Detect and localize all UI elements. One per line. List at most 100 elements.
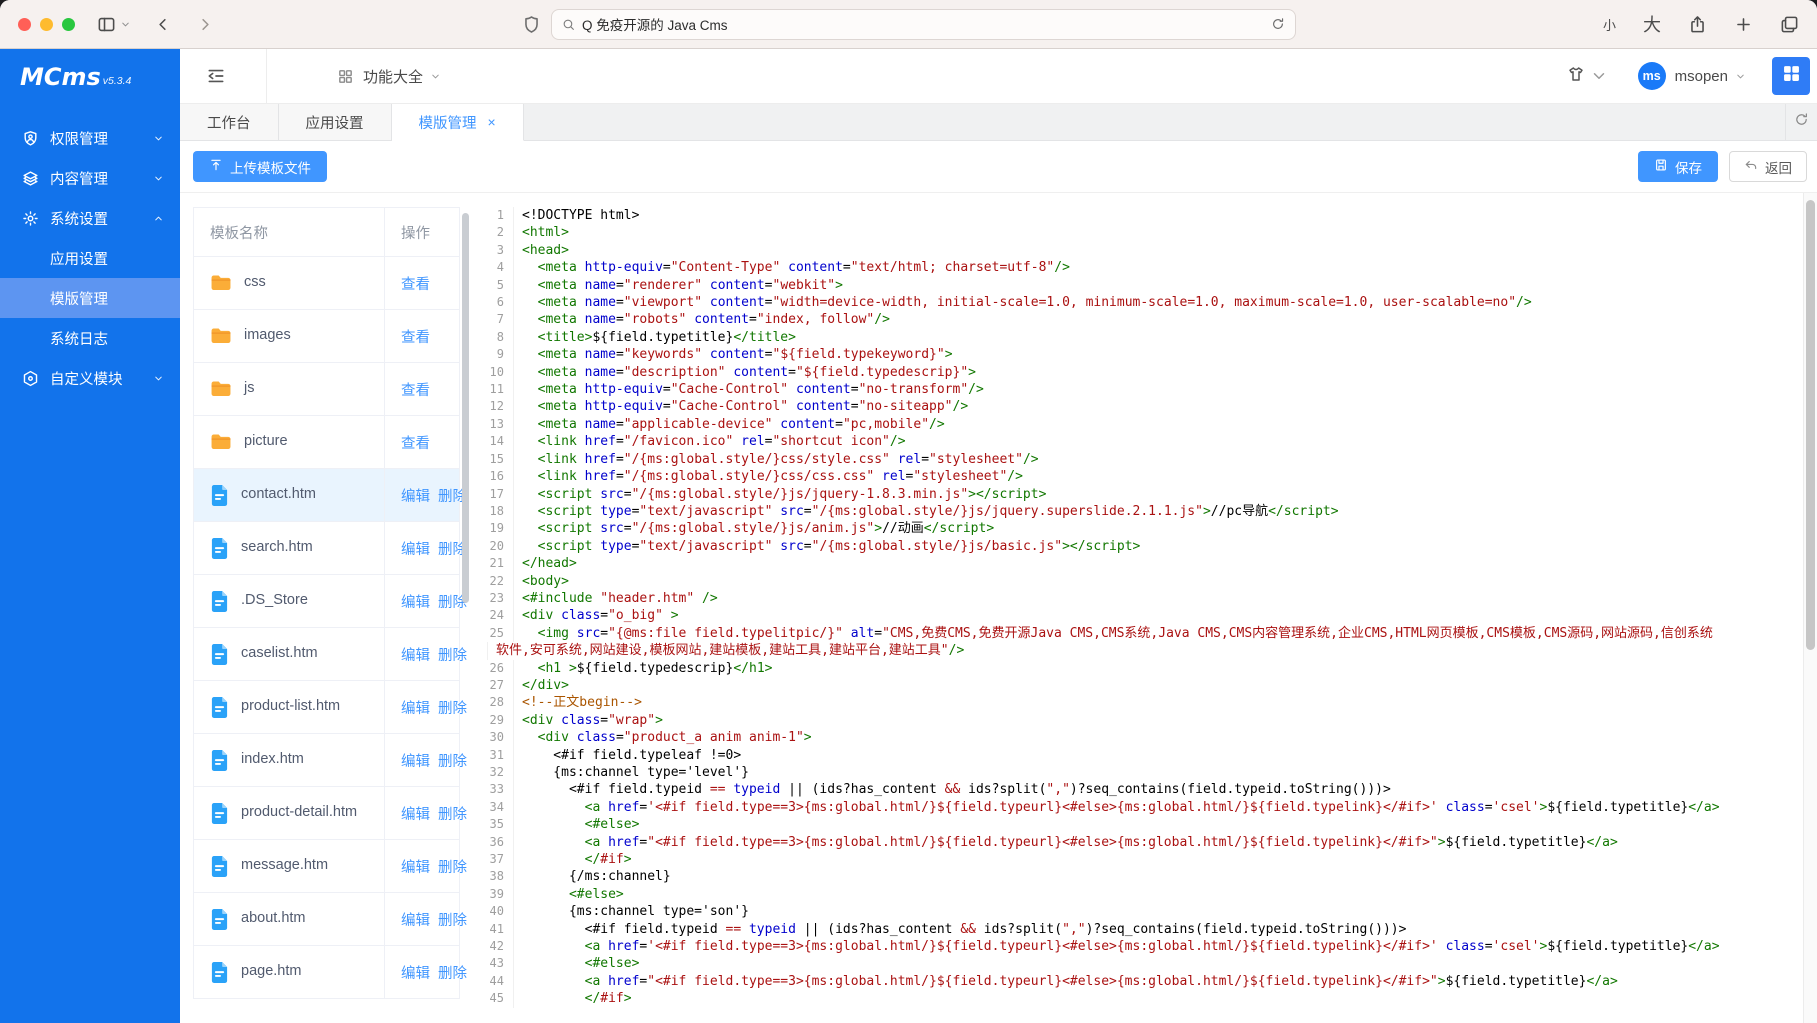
table-row[interactable]: search.htm编辑删除 (194, 521, 459, 574)
action-link[interactable]: 查看 (401, 432, 430, 453)
table-row[interactable]: .DS_Store编辑删除 (194, 574, 459, 627)
sidebar-item[interactable]: 自定义模块 (0, 358, 180, 398)
line-number (476, 642, 488, 659)
layers-icon (22, 170, 39, 187)
action-link[interactable]: 编辑 (401, 909, 430, 930)
user-menu[interactable]: ms msopen (1638, 62, 1746, 90)
refresh-tab-button[interactable] (1785, 104, 1817, 140)
table-row[interactable]: product-detail.htm编辑删除 (194, 786, 459, 839)
line-number: 6 (476, 294, 514, 311)
close-icon[interactable]: × (488, 115, 496, 129)
scrollbar-thumb[interactable] (1806, 200, 1815, 650)
action-link[interactable]: 编辑 (401, 803, 430, 824)
share-icon[interactable] (1688, 15, 1707, 34)
line-number: 44 (476, 973, 514, 990)
chevron-down-icon (1735, 71, 1746, 82)
sidebar-item[interactable]: 内容管理 (0, 158, 180, 198)
action-link[interactable]: 查看 (401, 379, 430, 400)
upload-template-button[interactable]: 上传模板文件 (193, 151, 327, 182)
minimize-window-button[interactable] (40, 18, 53, 31)
folder-icon (210, 327, 232, 345)
line-number: 19 (476, 520, 514, 537)
menu-fold-icon[interactable] (206, 66, 226, 86)
table-row[interactable]: message.htm编辑删除 (194, 839, 459, 892)
action-link[interactable]: 编辑 (401, 591, 430, 612)
privacy-shield-icon[interactable] (522, 15, 541, 34)
table-row[interactable]: images查看 (194, 309, 459, 362)
sidebar-subitem[interactable]: 模版管理 (0, 278, 180, 318)
tab-label: 模版管理 (419, 112, 477, 133)
chevron-up-icon (153, 213, 164, 224)
code-line: 6 <meta name="viewport" content="width=d… (476, 294, 1801, 311)
line-number: 9 (476, 346, 514, 363)
action-link[interactable]: 编辑 (401, 697, 430, 718)
table-row[interactable]: page.htm编辑删除 (194, 945, 459, 998)
tab-1[interactable]: 应用设置 (279, 104, 392, 141)
table-header: 模板名称 操作 (194, 208, 459, 256)
forward-icon[interactable] (196, 15, 215, 34)
scrollbar-thumb[interactable] (462, 213, 469, 603)
sidebar-toggle-icon[interactable] (97, 15, 116, 34)
file-name: message.htm (241, 855, 328, 876)
action-link[interactable]: 编辑 (401, 485, 430, 506)
zoom-window-button[interactable] (62, 18, 75, 31)
table-row[interactable]: js查看 (194, 362, 459, 415)
chevron-down-icon[interactable] (120, 19, 131, 30)
back-icon[interactable] (153, 15, 172, 34)
table-row[interactable]: caselist.htm编辑删除 (194, 627, 459, 680)
sidebar-menu: 权限管理内容管理系统设置应用设置模版管理系统日志自定义模块 (0, 104, 180, 398)
table-row[interactable]: index.htm编辑删除 (194, 733, 459, 786)
code-line: 3<head> (476, 242, 1801, 259)
editor-scrollbar[interactable] (1803, 193, 1817, 1023)
code-line: 8 <title>${field.typetitle}</title> (476, 329, 1801, 346)
tshirt-icon (1567, 65, 1585, 88)
text-smaller-button[interactable]: 小 (1603, 15, 1616, 34)
line-number: 10 (476, 364, 514, 381)
action-link[interactable]: 编辑 (401, 856, 430, 877)
sidebar-subitem[interactable]: 系统日志 (0, 318, 180, 358)
tab-overview-icon[interactable] (1780, 15, 1799, 34)
app-header: 功能大全 ms msopen (180, 49, 1817, 104)
table-row[interactable]: picture查看 (194, 415, 459, 468)
action-link[interactable]: 编辑 (401, 962, 430, 983)
reload-icon[interactable] (1271, 17, 1285, 31)
code-line: 40 {ms:channel type='son'} (476, 903, 1801, 920)
code-line: 26 <h1 >${field.typedescrip}</h1> (476, 660, 1801, 677)
code-line: 25 <img src="{@ms:file field.typelitpic/… (476, 625, 1801, 642)
feature-menu[interactable]: 功能大全 (337, 66, 441, 87)
table-row[interactable]: about.htm编辑删除 (194, 892, 459, 945)
line-number: 43 (476, 955, 514, 972)
file-name: contact.htm (241, 484, 316, 505)
tab-0[interactable]: 工作台 (180, 104, 279, 141)
file-icon (210, 961, 229, 984)
file-list-scrollbar[interactable] (460, 207, 472, 1023)
table-row[interactable]: product-list.htm编辑删除 (194, 680, 459, 733)
text-larger-button[interactable]: 大 (1643, 11, 1661, 37)
sidebar-item[interactable]: 系统设置 (0, 198, 180, 238)
chevron-down-icon (1590, 67, 1608, 85)
file-icon (210, 749, 229, 772)
table-row[interactable]: css查看 (194, 256, 459, 309)
apps-grid-button[interactable] (1772, 57, 1810, 95)
action-link[interactable]: 查看 (401, 326, 430, 347)
sidebar-subitem[interactable]: 应用设置 (0, 238, 180, 278)
line-number: 40 (476, 903, 514, 920)
new-tab-icon[interactable] (1734, 15, 1753, 34)
code-line: 23<#include "header.htm" /> (476, 590, 1801, 607)
table-row[interactable]: contact.htm编辑删除 (194, 468, 459, 521)
action-link[interactable]: 编辑 (401, 644, 430, 665)
theme-switcher[interactable] (1567, 65, 1608, 88)
code-editor[interactable]: 1<!DOCTYPE html>2<html>3<head>4 <meta ht… (472, 193, 1817, 1023)
sidebar-item[interactable]: 权限管理 (0, 118, 180, 158)
tab-2[interactable]: 模版管理 × (392, 104, 524, 141)
file-icon (210, 855, 229, 878)
action-link[interactable]: 编辑 (401, 538, 430, 559)
code-line: 15 <link href="/{ms:global.style/}css/st… (476, 451, 1801, 468)
chevron-down-icon (153, 173, 164, 184)
action-link[interactable]: 查看 (401, 273, 430, 294)
action-link[interactable]: 编辑 (401, 750, 430, 771)
close-window-button[interactable] (18, 18, 31, 31)
save-button[interactable]: 保存 (1638, 151, 1718, 182)
address-bar[interactable]: Q 免疫开源的 Java Cms (551, 9, 1296, 40)
back-button[interactable]: 返回 (1729, 151, 1807, 182)
